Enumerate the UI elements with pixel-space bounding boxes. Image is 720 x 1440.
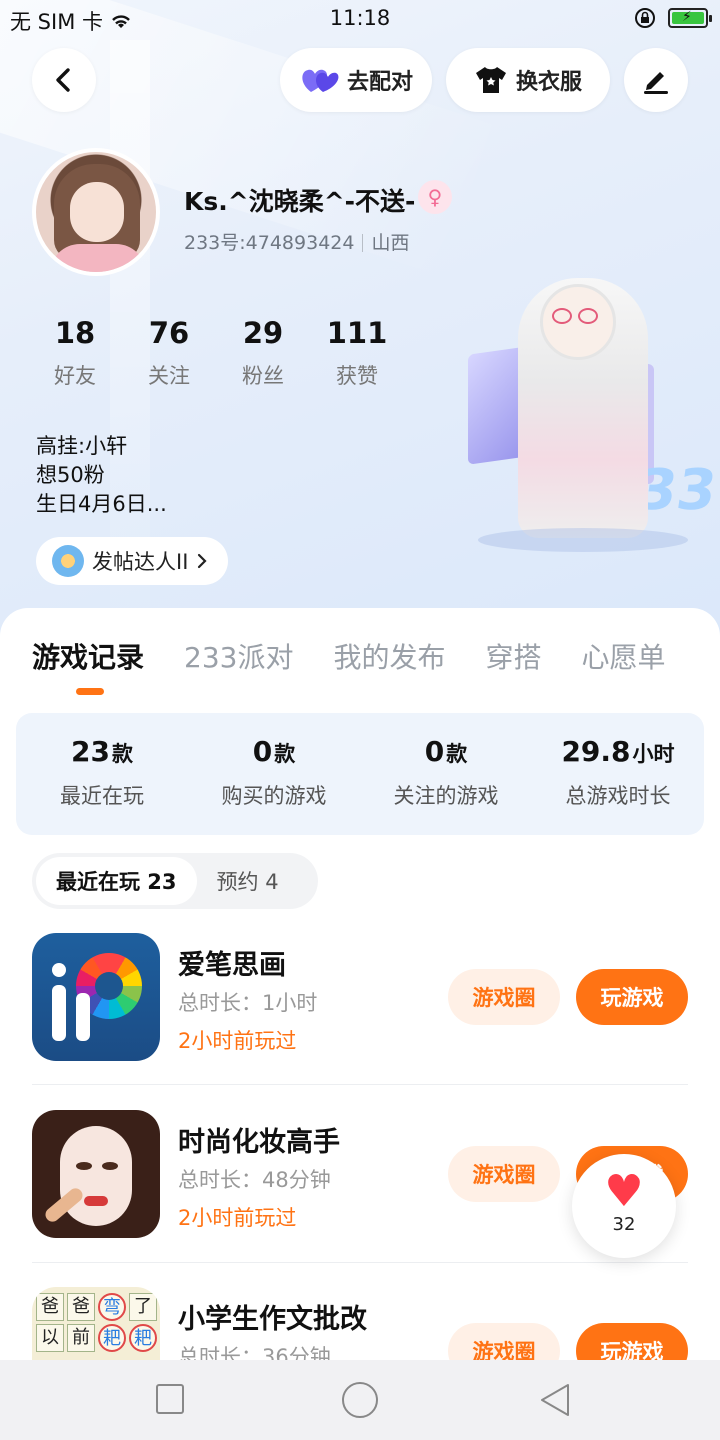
summary-purchased[interactable]: 0款 购买的游戏 <box>188 713 360 835</box>
home-button[interactable] <box>342 1382 378 1418</box>
game-last-played: 2小时前玩过 <box>178 1029 297 1053</box>
double-heart-icon <box>302 69 339 92</box>
summary-recent[interactable]: 23款 最近在玩 <box>16 713 188 835</box>
profile-tabs: 游戏记录 233派对 我的发布 穿搭 心愿单 <box>32 636 666 676</box>
pair-label: 去配对 <box>346 70 413 95</box>
active-tab-indicator <box>76 688 104 695</box>
game-duration: 总时长：48分钟 <box>178 1168 331 1192</box>
stat-likes[interactable]: 111 获赞 <box>310 316 404 390</box>
game-circle-button[interactable]: 游戏圈 <box>448 1146 560 1202</box>
filter-reserved[interactable]: 预约 4 <box>197 857 299 905</box>
back-button[interactable] <box>32 48 96 112</box>
game-name: 小学生作文批改 <box>178 1304 367 1335</box>
profile-stats: 18 好友 76 关注 29 粉丝 111 获赞 <box>28 316 404 390</box>
tab-233-party[interactable]: 233派对 <box>184 636 293 676</box>
stat-friends[interactable]: 18 好友 <box>28 316 122 390</box>
heart-icon: ♥ <box>604 1166 644 1217</box>
recent-apps-button[interactable] <box>156 1384 184 1414</box>
battery-icon: ⚡ <box>668 8 712 28</box>
tab-my-posts[interactable]: 我的发布 <box>333 636 445 676</box>
badge-label: 发帖达人II <box>92 550 189 574</box>
bio[interactable]: 高挂:小轩 想50粉 生日4月6日... <box>36 432 167 519</box>
status-bar: 无 SIM 卡 11:18 ⚡ <box>0 0 720 38</box>
clothes-label: 换衣服 <box>515 70 582 95</box>
game-last-played: 2小时前玩过 <box>178 1206 297 1230</box>
avatar[interactable] <box>32 148 160 276</box>
game-duration: 总时长：1小时 <box>178 991 318 1015</box>
clock: 11:18 <box>329 6 391 30</box>
tshirt-icon <box>475 67 506 93</box>
user-id-line: 233号:474893424 山西 <box>184 228 409 255</box>
game-row[interactable]: 爱笔思画 总时长：1小时 2小时前玩过 游戏圈 玩游戏 <box>32 933 688 1063</box>
divider <box>32 1262 688 1263</box>
summary-total-time[interactable]: 29.8小时 总游戏时长 <box>532 713 704 835</box>
bio-line: 高挂:小轩 <box>36 434 128 458</box>
system-navigation-bar <box>0 1360 720 1440</box>
back-nav-button[interactable] <box>538 1382 572 1418</box>
game-filter: 最近在玩 23 预约 4 <box>32 853 318 909</box>
game-name: 爱笔思画 <box>178 950 286 981</box>
ibis-paint-app-icon <box>32 933 160 1061</box>
chevron-right-icon <box>198 553 207 569</box>
stat-fans[interactable]: 29 粉丝 <box>216 316 310 390</box>
avatar-3d-figure[interactable]: 33 <box>468 258 720 558</box>
game-name: 时尚化妆高手 <box>178 1127 340 1158</box>
change-clothes-button[interactable]: 换衣服 <box>446 48 610 112</box>
edit-profile-button[interactable] <box>624 48 688 112</box>
bio-line: 生日4月6日... <box>36 492 167 516</box>
filter-recent[interactable]: 最近在玩 23 <box>36 857 197 905</box>
game-circle-button[interactable]: 游戏圈 <box>448 969 560 1025</box>
user-region: 山西 <box>371 232 410 254</box>
badge-icon <box>52 545 84 577</box>
username: Ks.^沈晓柔^-不送- <box>184 187 416 216</box>
divider <box>32 1084 688 1085</box>
like-count: 32 <box>612 1214 636 1235</box>
summary-followed[interactable]: 0款 关注的游戏 <box>360 713 532 835</box>
play-game-button[interactable]: 玩游戏 <box>576 969 688 1025</box>
stat-following[interactable]: 76 关注 <box>122 316 216 390</box>
tab-wishlist[interactable]: 心愿单 <box>582 636 666 676</box>
pen-icon <box>644 72 668 94</box>
tab-outfits[interactable]: 穿搭 <box>485 636 541 676</box>
achievement-badge[interactable]: 发帖达人II <box>36 537 229 585</box>
game-summary: 23款 最近在玩 0款 购买的游戏 0款 关注的游戏 29.8小时 总游戏时长 <box>16 713 704 835</box>
user-id: 233号:474893424 <box>184 232 355 254</box>
tab-game-records[interactable]: 游戏记录 <box>32 636 144 676</box>
back-arrow-icon <box>56 68 70 92</box>
female-gender-icon: ♀ <box>418 180 452 214</box>
pair-button[interactable]: 去配对 <box>280 48 432 112</box>
bio-line: 想50粉 <box>36 463 105 487</box>
like-button[interactable]: ♥ 32 <box>572 1154 676 1258</box>
makeup-game-icon <box>32 1110 160 1238</box>
rotation-lock-icon <box>635 8 655 28</box>
